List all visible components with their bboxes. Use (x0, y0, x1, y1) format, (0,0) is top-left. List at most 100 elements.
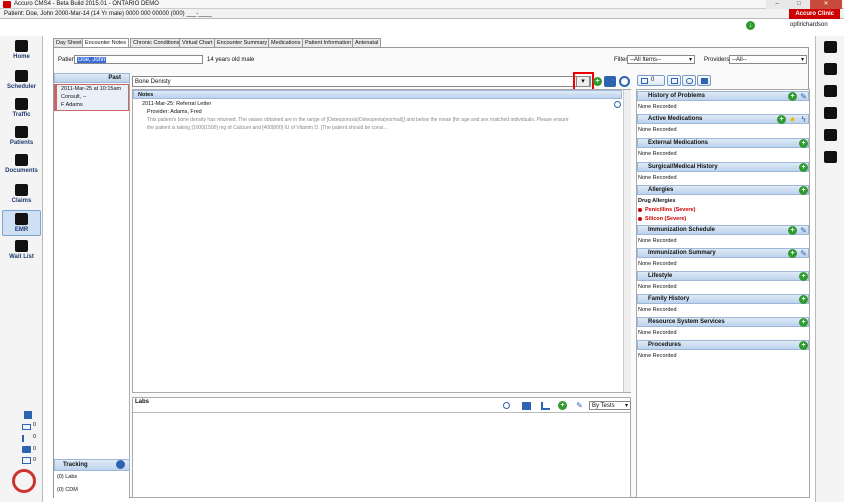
add-note-button[interactable]: + (593, 77, 602, 86)
title-bar: Accuro CMS4 - Beta Build 2015.01 - ONTAR… (0, 0, 844, 9)
section-surgical-medical-history[interactable]: Surgical/Medical History (637, 162, 809, 172)
notes-scrollbar[interactable] (623, 90, 631, 392)
shield-icon[interactable] (824, 85, 837, 97)
patient-search-input[interactable]: Doe, John (74, 55, 203, 64)
bug-icon[interactable] (824, 63, 837, 75)
mail-icon[interactable] (22, 424, 31, 430)
section-external-medications[interactable]: External Medications (637, 138, 809, 148)
star-icon[interactable]: ★ (788, 115, 797, 124)
filter-select[interactable]: --All Items-- ▾ (627, 55, 695, 64)
section-resource-system-services[interactable]: Resource System Services (637, 317, 809, 327)
history-add-button[interactable]: + (788, 92, 797, 101)
family-add-button[interactable]: + (799, 295, 808, 304)
section-allergies[interactable]: Allergies (637, 185, 809, 195)
section-immunization-schedule[interactable]: Immunization Schedule (637, 225, 809, 235)
procedures-add-button[interactable]: + (799, 341, 808, 350)
lifestyle-empty: None Recorded (638, 284, 677, 290)
print-button[interactable] (697, 75, 711, 86)
lifestyle-add-button[interactable]: + (799, 272, 808, 281)
section-procedures[interactable]: Procedures (637, 340, 809, 350)
gear-icon[interactable] (824, 107, 837, 119)
allergies-add-button[interactable]: + (799, 186, 808, 195)
labs-search-icon[interactable] (503, 402, 510, 409)
resource-add-button[interactable]: + (799, 318, 808, 327)
providers-select[interactable]: --All-- ▾ (729, 55, 807, 64)
section-family-history[interactable]: Family History (637, 294, 809, 304)
filter-label: Filter (614, 57, 628, 63)
providers-label: Providers (704, 57, 730, 63)
history-edit-icon[interactable]: ✎ (799, 92, 808, 101)
past-encounter-item[interactable]: 2011-Mar-25 at 10:15am Consult, -- F Ada… (54, 84, 129, 111)
immunization-summary-add-button[interactable]: + (788, 249, 797, 258)
home-icon (15, 40, 28, 52)
calculator-icon[interactable] (824, 41, 837, 53)
nav-wait-list[interactable]: Wait List (2, 240, 41, 260)
link-button[interactable] (682, 75, 696, 86)
note-template-select[interactable]: Bone Denisty (132, 76, 591, 87)
immunization-schedule-add-button[interactable]: + (788, 226, 797, 235)
immunization-summary-edit-icon[interactable]: ✎ (799, 249, 808, 258)
tab-chronic-conditions[interactable]: Chronic Conditions (130, 38, 183, 47)
section-history-of-problems[interactable]: History of Problems (637, 91, 809, 101)
labs-sort-select[interactable]: By Tests ▾ (589, 401, 631, 410)
allergy-penicillins[interactable]: Penicillins (Severe) (643, 206, 695, 215)
external-add-button[interactable]: + (799, 139, 808, 148)
tracking-labs[interactable]: (0) Labs (55, 473, 77, 482)
nav-home[interactable]: Home (2, 40, 41, 60)
immunization-schedule-edit-icon[interactable]: ✎ (799, 226, 808, 235)
lock-icon[interactable] (824, 129, 837, 141)
nav-emr[interactable]: EMR (2, 210, 41, 236)
resource-empty: None Recorded (638, 330, 677, 336)
tab-encounter-summary[interactable]: Encounter Summary (214, 38, 271, 47)
past-item-date: 2011-Mar-25 at 10:15am (61, 86, 122, 92)
procedures-empty: None Recorded (638, 353, 677, 359)
labs-divider (133, 412, 630, 413)
copy-icon (671, 78, 678, 84)
print-icon[interactable] (22, 446, 31, 453)
tab-medications[interactable]: Medications (268, 38, 304, 47)
past-panel (54, 73, 130, 498)
nav-scheduler[interactable]: Scheduler (2, 70, 41, 90)
tab-day-sheet[interactable]: Day Sheet (53, 38, 85, 47)
tab-virtual-chart[interactable]: Virtual Chart (179, 38, 216, 47)
nav-patients[interactable]: Patients (2, 126, 41, 146)
tab-antenatal[interactable]: Antenatal (352, 38, 382, 47)
list-icon[interactable] (22, 435, 31, 442)
save-icon[interactable] (604, 76, 616, 87)
allergy-silicon[interactable]: Silicon (Severe) (643, 215, 686, 224)
labs-chart-icon[interactable] (541, 402, 550, 410)
patient-age: 14 years old male (207, 57, 255, 63)
medications-empty: None Recorded (638, 127, 677, 133)
count-button[interactable]: 0 (637, 75, 665, 86)
document-icon (15, 154, 28, 166)
surgical-add-button[interactable]: + (799, 163, 808, 172)
tracking-settings-icon[interactable] (116, 460, 125, 469)
print-count: 0 (33, 446, 37, 452)
logout-icon[interactable] (824, 151, 837, 163)
nav-documents[interactable]: Documents (2, 154, 41, 174)
tracking-cdm[interactable]: (0) CDM (55, 486, 78, 495)
section-immunization-summary[interactable]: Immunization Summary (637, 248, 809, 258)
history-empty: None Recorded (638, 104, 677, 110)
close-button[interactable]: ✕ (810, 0, 842, 9)
severity-dot-icon (638, 217, 642, 221)
play-icon[interactable] (24, 411, 32, 419)
search-icon[interactable] (614, 101, 621, 108)
medications-add-button[interactable]: + (777, 115, 786, 124)
maximize-button[interactable]: □ (788, 0, 810, 9)
minimize-button[interactable]: – (766, 0, 788, 9)
section-lifestyle[interactable]: Lifestyle (637, 271, 809, 281)
labs-edit-icon[interactable]: ✎ (575, 401, 584, 410)
patient-header-bar: Patient: Doe, John 2000-Mar-14 (14 Yr ma… (0, 9, 844, 19)
nav-traffic[interactable]: Traffic (2, 98, 41, 118)
refresh-icon[interactable] (619, 76, 630, 87)
tab-patient-information[interactable]: Patient Information (302, 38, 355, 47)
labs-add-button[interactable]: + (558, 401, 567, 410)
lightning-icon[interactable]: ϟ (799, 115, 808, 124)
fax-icon[interactable] (22, 457, 31, 464)
copy-button[interactable] (667, 75, 681, 86)
tag-icon (641, 78, 648, 84)
labs-report-icon[interactable] (522, 402, 531, 410)
nav-claims[interactable]: Claims (2, 184, 41, 204)
note-entry-title[interactable]: 2011-Mar-25: Referral Letter (142, 101, 211, 107)
